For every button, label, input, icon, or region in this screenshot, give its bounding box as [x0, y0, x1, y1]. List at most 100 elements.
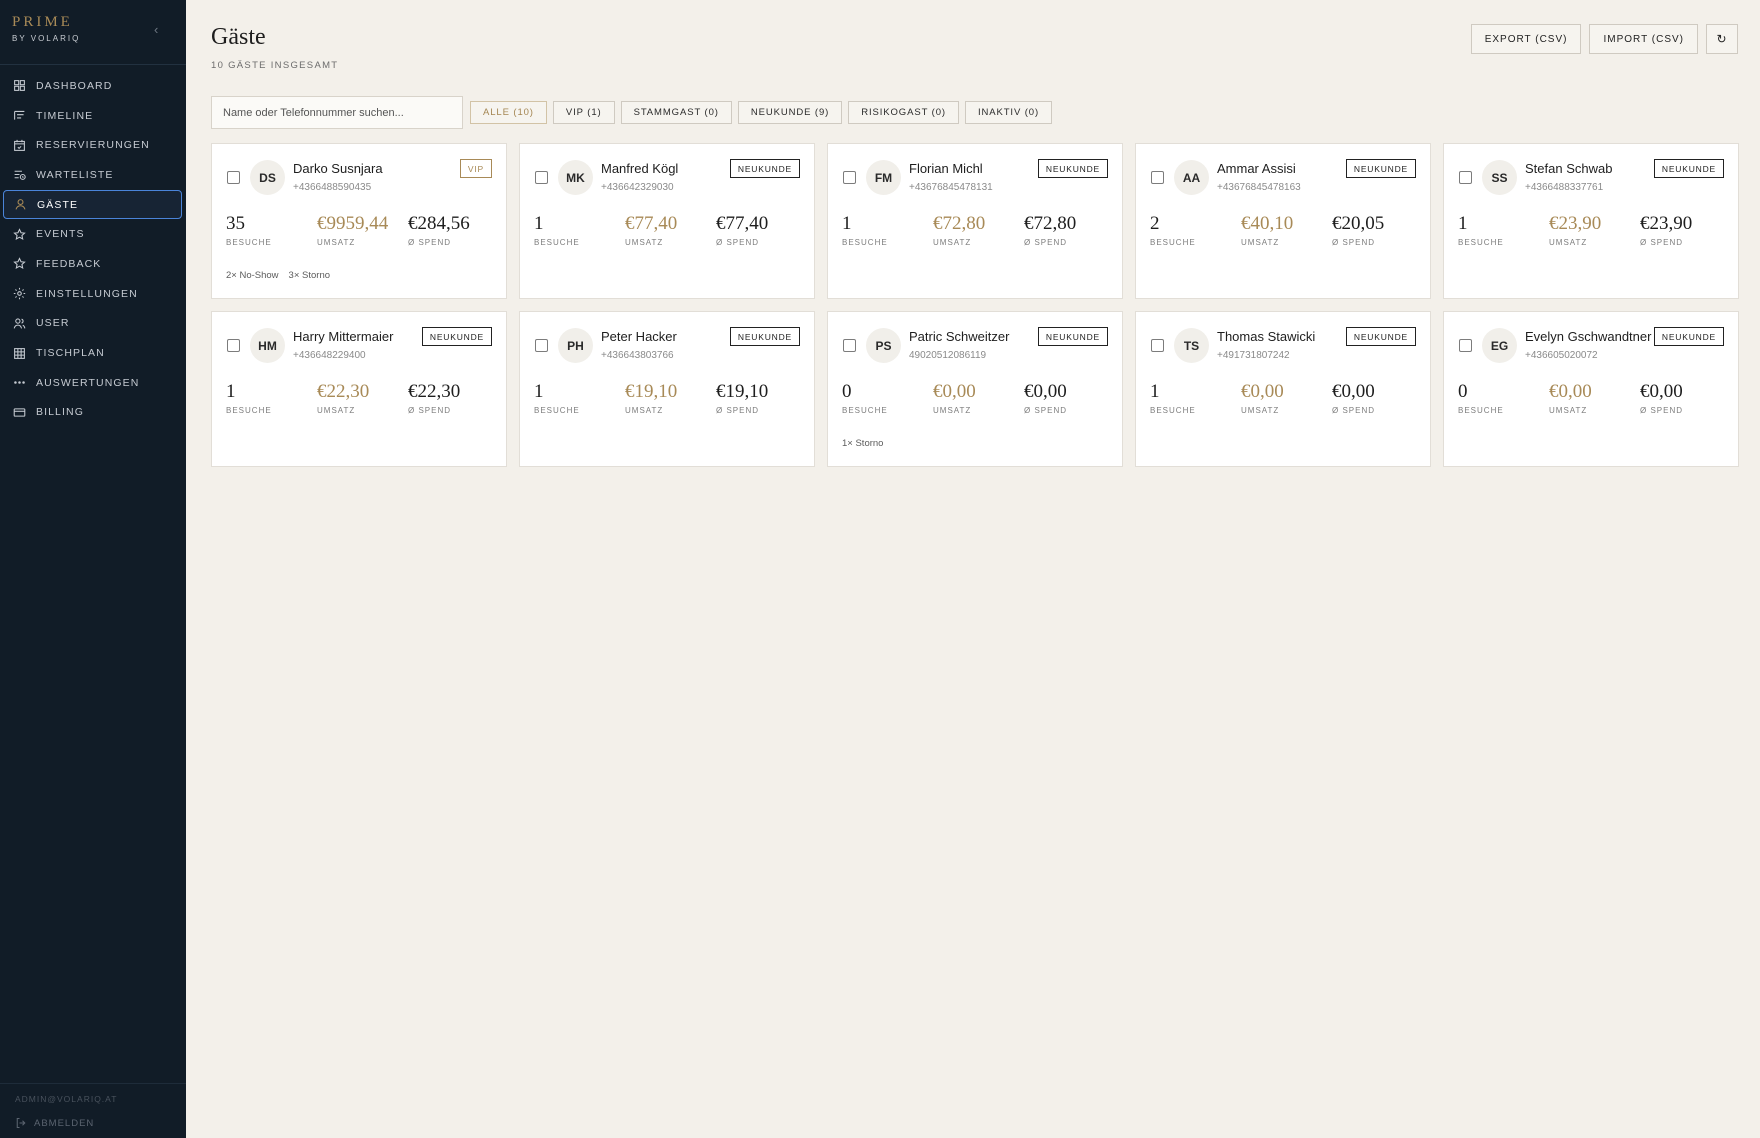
revenue-label: UMSATZ [1241, 238, 1280, 247]
filter-chip-stammgast[interactable]: STAMMGAST (0) [620, 101, 732, 124]
guest-card[interactable]: PS Patric Schweitzer 49020512086119 NEUKUND… [827, 311, 1123, 467]
guest-note: 3× Storno [288, 270, 331, 281]
brand-logo[interactable]: PRIME BY VOLARIQ [12, 14, 80, 43]
stat-revenue: €19,10 UMSATZ [625, 381, 677, 415]
filter-chip-alle[interactable]: ALLE (10) [470, 101, 547, 124]
brand-subtitle: BY VOLARIQ [12, 34, 81, 43]
sidebar-item-label: WARTELISTE [36, 168, 114, 181]
guest-select-checkbox[interactable] [1459, 171, 1472, 184]
guest-card[interactable]: FM Florian Michl +43676845478131 NEUKUNDE 1 B… [827, 143, 1123, 299]
import-csv-button[interactable]: IMPORT (CSV) [1589, 24, 1698, 54]
sidebar-item-gäste[interactable]: GÄSTE [3, 189, 182, 220]
revenue-value: €9959,44 [317, 213, 389, 234]
stat-spend: €72,80 Ø SPEND [1024, 213, 1076, 247]
sidebar-item-label: AUSWERTUNGEN [36, 376, 140, 389]
visits-value: 1 [1150, 381, 1160, 402]
filter-chip-risikogast[interactable]: RISIKOGAST (0) [848, 101, 959, 124]
guest-note: 2× No-Show [226, 270, 279, 281]
search-input[interactable] [211, 96, 463, 129]
guest-card[interactable]: PH Peter Hacker +436643803766 NEUKUNDE 1 BESU… [519, 311, 815, 467]
spend-value: €19,10 [716, 381, 769, 402]
avatar: MK [558, 160, 593, 195]
logout-button[interactable]: ABMELDEN [15, 1117, 94, 1129]
stat-visits: 1 BESUCHE [534, 381, 580, 415]
revenue-value: €0,00 [1549, 381, 1592, 402]
guest-card[interactable]: SS Stefan Schwab +4366488337761 NEUKUNDE 1 BE… [1443, 143, 1739, 299]
sidebar-item-label: EINSTELLUNGEN [36, 287, 138, 300]
guest-phone: +43676845478163 [1217, 182, 1301, 193]
guest-select-checkbox[interactable] [1151, 339, 1164, 352]
visits-label: BESUCHE [534, 238, 580, 247]
guest-card[interactable]: HM Harry Mittermaier +436648229400 NEUKUNDE… [211, 311, 507, 467]
filter-chip-vip[interactable]: VIP (1) [552, 101, 615, 124]
stat-revenue: €72,80 UMSATZ [933, 213, 985, 247]
spend-label: Ø SPEND [716, 406, 760, 415]
filter-chip-inaktiv[interactable]: INAKTIV (0) [964, 101, 1053, 124]
guest-phone: +436643803766 [601, 350, 674, 361]
sidebar-item-warteliste[interactable]: WARTELISTE [0, 160, 186, 190]
visits-value: 2 [1150, 213, 1160, 234]
sidebar-item-label: DASHBOARD [36, 79, 113, 92]
guest-card[interactable]: AA Ammar Assisi +43676845478163 NEUKUNDE 2 BE… [1135, 143, 1431, 299]
sidebar-item-dashboard[interactable]: DASHBOARD [0, 71, 186, 101]
spend-value: €0,00 [1332, 381, 1375, 402]
visits-label: BESUCHE [534, 406, 580, 415]
guest-card[interactable]: MK Manfred Kögl +436642329030 NEUKUNDE 1 BESU… [519, 143, 815, 299]
sidebar-item-timeline[interactable]: TIMELINE [0, 101, 186, 131]
guest-phone: +436605020072 [1525, 350, 1598, 361]
guest-select-checkbox[interactable] [535, 171, 548, 184]
visits-value: 1 [534, 213, 544, 234]
list-clock-icon [14, 171, 26, 181]
visits-label: BESUCHE [226, 406, 272, 415]
collapse-sidebar-button[interactable]: ‹ [154, 22, 158, 37]
sidebar-item-einstellungen[interactable]: EINSTELLUNGEN [0, 279, 186, 309]
sidebar-item-user[interactable]: USER [0, 309, 186, 339]
guest-select-checkbox[interactable] [1151, 171, 1164, 184]
guest-select-checkbox[interactable] [227, 339, 240, 352]
stat-visits: 2 BESUCHE [1150, 213, 1196, 247]
guest-card[interactable]: EG Evelyn Gschwandtner +436605020072 NEUKUN… [1443, 311, 1739, 467]
avatar: EG [1482, 328, 1517, 363]
stat-visits: 1 BESUCHE [1150, 381, 1196, 415]
stat-spend: €284,56 Ø SPEND [408, 213, 470, 247]
guest-name: Manfred Kögl [601, 161, 679, 176]
stat-revenue: €0,00 UMSATZ [1549, 381, 1592, 415]
spend-label: Ø SPEND [1024, 406, 1068, 415]
sidebar-item-tischplan[interactable]: TISCHPLAN [0, 338, 186, 368]
sidebar-item-feedback[interactable]: FEEDBACK [0, 249, 186, 279]
export-csv-button[interactable]: EXPORT (CSV) [1470, 24, 1582, 54]
logout-label: ABMELDEN [34, 1117, 95, 1129]
spend-value: €0,00 [1024, 381, 1067, 402]
guest-card[interactable]: TS Thomas Stawicki +491731807242 NEUKUNDE 1 B… [1135, 311, 1431, 467]
avatar: AA [1174, 160, 1209, 195]
status-badge: NEUKUNDE [1345, 159, 1416, 178]
table-grid-icon [14, 347, 25, 359]
stat-spend: €77,40 Ø SPEND [716, 213, 768, 247]
visits-value: 0 [842, 381, 852, 402]
guest-select-checkbox[interactable] [227, 171, 240, 184]
filter-chip-neukunde[interactable]: NEUKUNDE (9) [737, 101, 843, 124]
user-icon [15, 199, 26, 210]
status-badge: VIP [459, 159, 492, 178]
guest-select-checkbox[interactable] [535, 339, 548, 352]
sidebar-item-events[interactable]: EVENTS [0, 219, 186, 249]
guest-phone: 49020512086119 [909, 350, 987, 361]
page-title: Gäste [211, 24, 266, 50]
guest-card[interactable]: DS Darko Susnjara +4366488590435 VIP 35 BESUC… [211, 143, 507, 299]
stat-visits: 0 BESUCHE [842, 381, 888, 415]
guest-select-checkbox[interactable] [843, 171, 856, 184]
refresh-button[interactable]: ↻ [1706, 24, 1738, 54]
guest-name: Peter Hacker [601, 329, 677, 344]
revenue-value: €19,10 [625, 381, 678, 402]
guest-select-checkbox[interactable] [1459, 339, 1472, 352]
guest-count: 10 GÄSTE INSGESAMT [211, 60, 339, 71]
sidebar-item-billing[interactable]: BILLING [0, 398, 186, 428]
guest-phone: +4366488337761 [1525, 182, 1604, 193]
stat-spend: €23,90 Ø SPEND [1640, 213, 1692, 247]
guest-grid: DS Darko Susnjara +4366488590435 VIP 35 BESUC… [211, 143, 1739, 467]
spend-label: Ø SPEND [1640, 238, 1684, 247]
sidebar-item-reservierungen[interactable]: RESERVIERUNGEN [0, 130, 186, 160]
stat-spend: €0,00 Ø SPEND [1024, 381, 1067, 415]
guest-select-checkbox[interactable] [843, 339, 856, 352]
sidebar-item-auswertungen[interactable]: AUSWERTUNGEN [0, 368, 186, 398]
